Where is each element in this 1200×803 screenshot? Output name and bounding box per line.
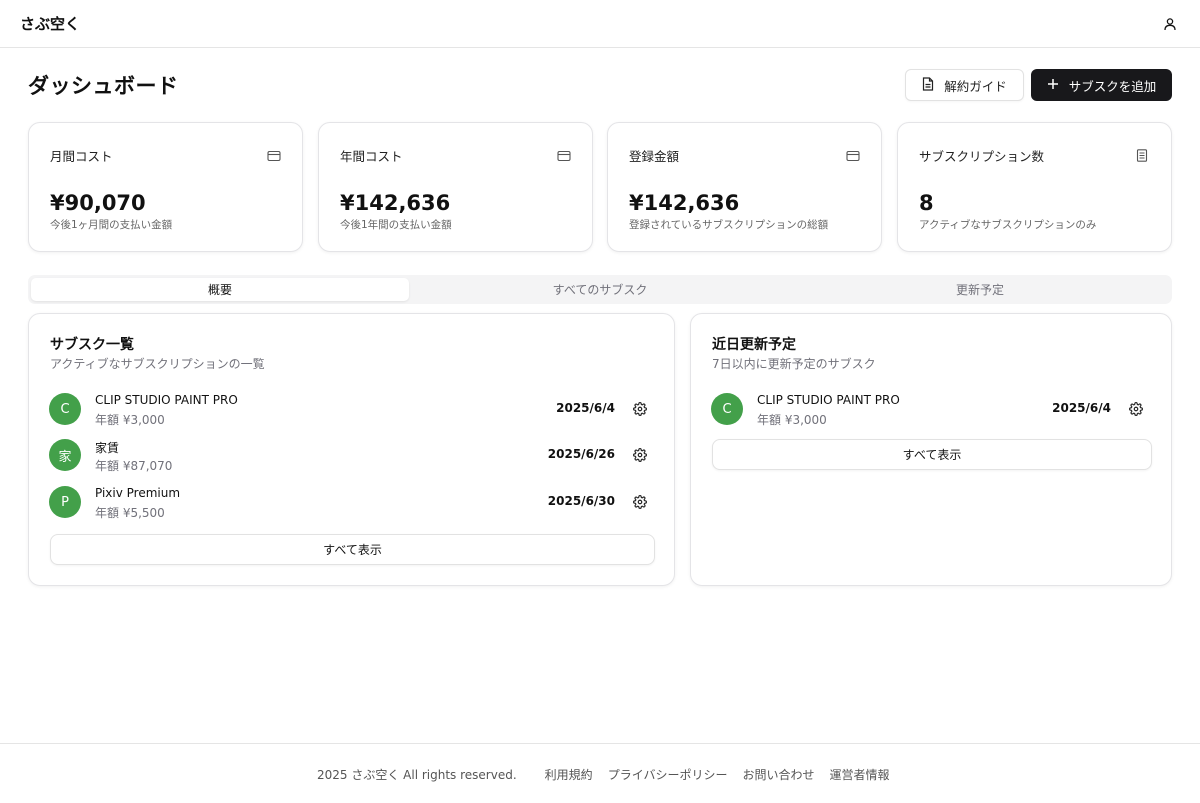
gear-icon[interactable] [633, 494, 647, 509]
upcoming-renewals-panel: 近日更新予定 7日以内に更新予定のサブスク C CLIP STUDIO PAIN… [690, 313, 1172, 586]
tab-all-subscriptions[interactable]: すべてのサブスク [411, 278, 789, 301]
list-item[interactable]: 家 家賃 年額 ¥87,070 2025/6/26 [49, 439, 649, 473]
stat-subtitle: 登録されているサブスクリプションの総額 [629, 219, 829, 231]
list-item[interactable]: C CLIP STUDIO PAINT PRO 年額 ¥3,000 2025/6… [711, 393, 1143, 427]
subscription-price: 年額 ¥87,070 [95, 459, 173, 473]
avatar: 家 [49, 439, 81, 471]
stat-subtitle: 今後1ヶ月間の支払い金額 [50, 219, 173, 231]
copyright-text: 2025 さぶ空く All rights reserved. [317, 768, 517, 782]
footer-link-terms[interactable]: 利用規約 [545, 766, 593, 783]
stat-subtitle: 今後1年間の支払い金額 [340, 219, 452, 231]
gear-icon[interactable] [633, 447, 647, 462]
stat-card-yearly-cost: 年間コスト ¥142,636 今後1年間の支払い金額 [318, 122, 593, 252]
subscription-name: 家賃 [95, 441, 120, 455]
subscription-name: CLIP STUDIO PAINT PRO [95, 393, 238, 407]
add-subscription-label: サブスクを追加 [1068, 78, 1157, 94]
list-item[interactable]: P Pixiv Premium 年額 ¥5,500 2025/6/30 [49, 486, 649, 520]
tab-overview[interactable]: 概要 [31, 278, 409, 301]
top-header: さぶ空く [0, 0, 1200, 48]
cancel-guide-button[interactable]: 解約ガイド [905, 69, 1024, 101]
add-subscription-button[interactable]: サブスクを追加 [1031, 69, 1172, 101]
show-all-button[interactable]: すべて表示 [50, 534, 655, 565]
footer-link-operator[interactable]: 運営者情報 [829, 766, 889, 783]
footer-link-privacy[interactable]: プライバシーポリシー [608, 766, 728, 783]
gear-icon[interactable] [1129, 401, 1143, 416]
renewal-date: 2025/6/4 [1052, 401, 1111, 415]
stat-card-subscription-count: サブスクリプション数 8 アクティブなサブスクリプションのみ [897, 122, 1172, 252]
plus-icon [1047, 78, 1059, 93]
avatar: C [711, 393, 743, 425]
stat-value: ¥90,070 [50, 191, 146, 215]
stat-title: 月間コスト [50, 149, 113, 164]
show-all-button[interactable]: すべて表示 [712, 439, 1152, 470]
stat-card-monthly-cost: 月間コスト ¥90,070 今後1ヶ月間の支払い金額 [28, 122, 303, 252]
tab-upcoming[interactable]: 更新予定 [791, 278, 1169, 301]
subscription-name: Pixiv Premium [95, 486, 181, 500]
credit-card-icon [267, 147, 281, 162]
stat-value: 8 [919, 191, 934, 215]
stat-title: 年間コスト [340, 149, 403, 164]
credit-card-icon [557, 147, 571, 162]
cancel-guide-label: 解約ガイド [944, 78, 1007, 94]
stat-subtitle: アクティブなサブスクリプションのみ [919, 219, 1097, 231]
subscription-list-panel: サブスク一覧 アクティブなサブスクリプションの一覧 C CLIP STUDIO … [28, 313, 675, 586]
stat-card-registered-amount: 登録金額 ¥142,636 登録されているサブスクリプションの総額 [607, 122, 882, 252]
panel-description: 7日以内に更新予定のサブスク [712, 357, 876, 371]
document-icon [1136, 147, 1150, 162]
avatar: C [49, 393, 81, 425]
list-item[interactable]: C CLIP STUDIO PAINT PRO 年額 ¥3,000 2025/6… [49, 393, 649, 427]
document-icon [922, 76, 934, 94]
page-title: ダッシュボード [28, 74, 179, 98]
subscription-price: 年額 ¥3,000 [757, 413, 827, 427]
panel-title: 近日更新予定 [712, 337, 796, 353]
stat-title: 登録金額 [629, 149, 680, 164]
panel-title: サブスク一覧 [50, 337, 134, 353]
user-icon[interactable] [1162, 16, 1178, 32]
credit-card-icon [846, 147, 860, 162]
renewal-date: 2025/6/4 [556, 401, 615, 415]
stat-value: ¥142,636 [340, 191, 451, 215]
app-logo[interactable]: さぶ空く [20, 13, 80, 34]
subscription-price: 年額 ¥5,500 [95, 506, 165, 520]
subscription-name: CLIP STUDIO PAINT PRO [757, 393, 900, 407]
renewal-date: 2025/6/26 [547, 447, 615, 461]
avatar: P [49, 486, 81, 518]
stat-title: サブスクリプション数 [919, 149, 1045, 164]
panel-description: アクティブなサブスクリプションの一覧 [50, 357, 265, 371]
stat-value: ¥142,636 [629, 191, 740, 215]
footer-link-contact[interactable]: お問い合わせ [742, 766, 814, 783]
tab-bar: 概要 すべてのサブスク 更新予定 [28, 275, 1172, 304]
footer: 2025 さぶ空く All rights reserved. 利用規約 プライバ… [0, 743, 1200, 803]
gear-icon[interactable] [633, 401, 647, 416]
renewal-date: 2025/6/30 [547, 494, 615, 508]
subscription-price: 年額 ¥3,000 [95, 413, 165, 427]
